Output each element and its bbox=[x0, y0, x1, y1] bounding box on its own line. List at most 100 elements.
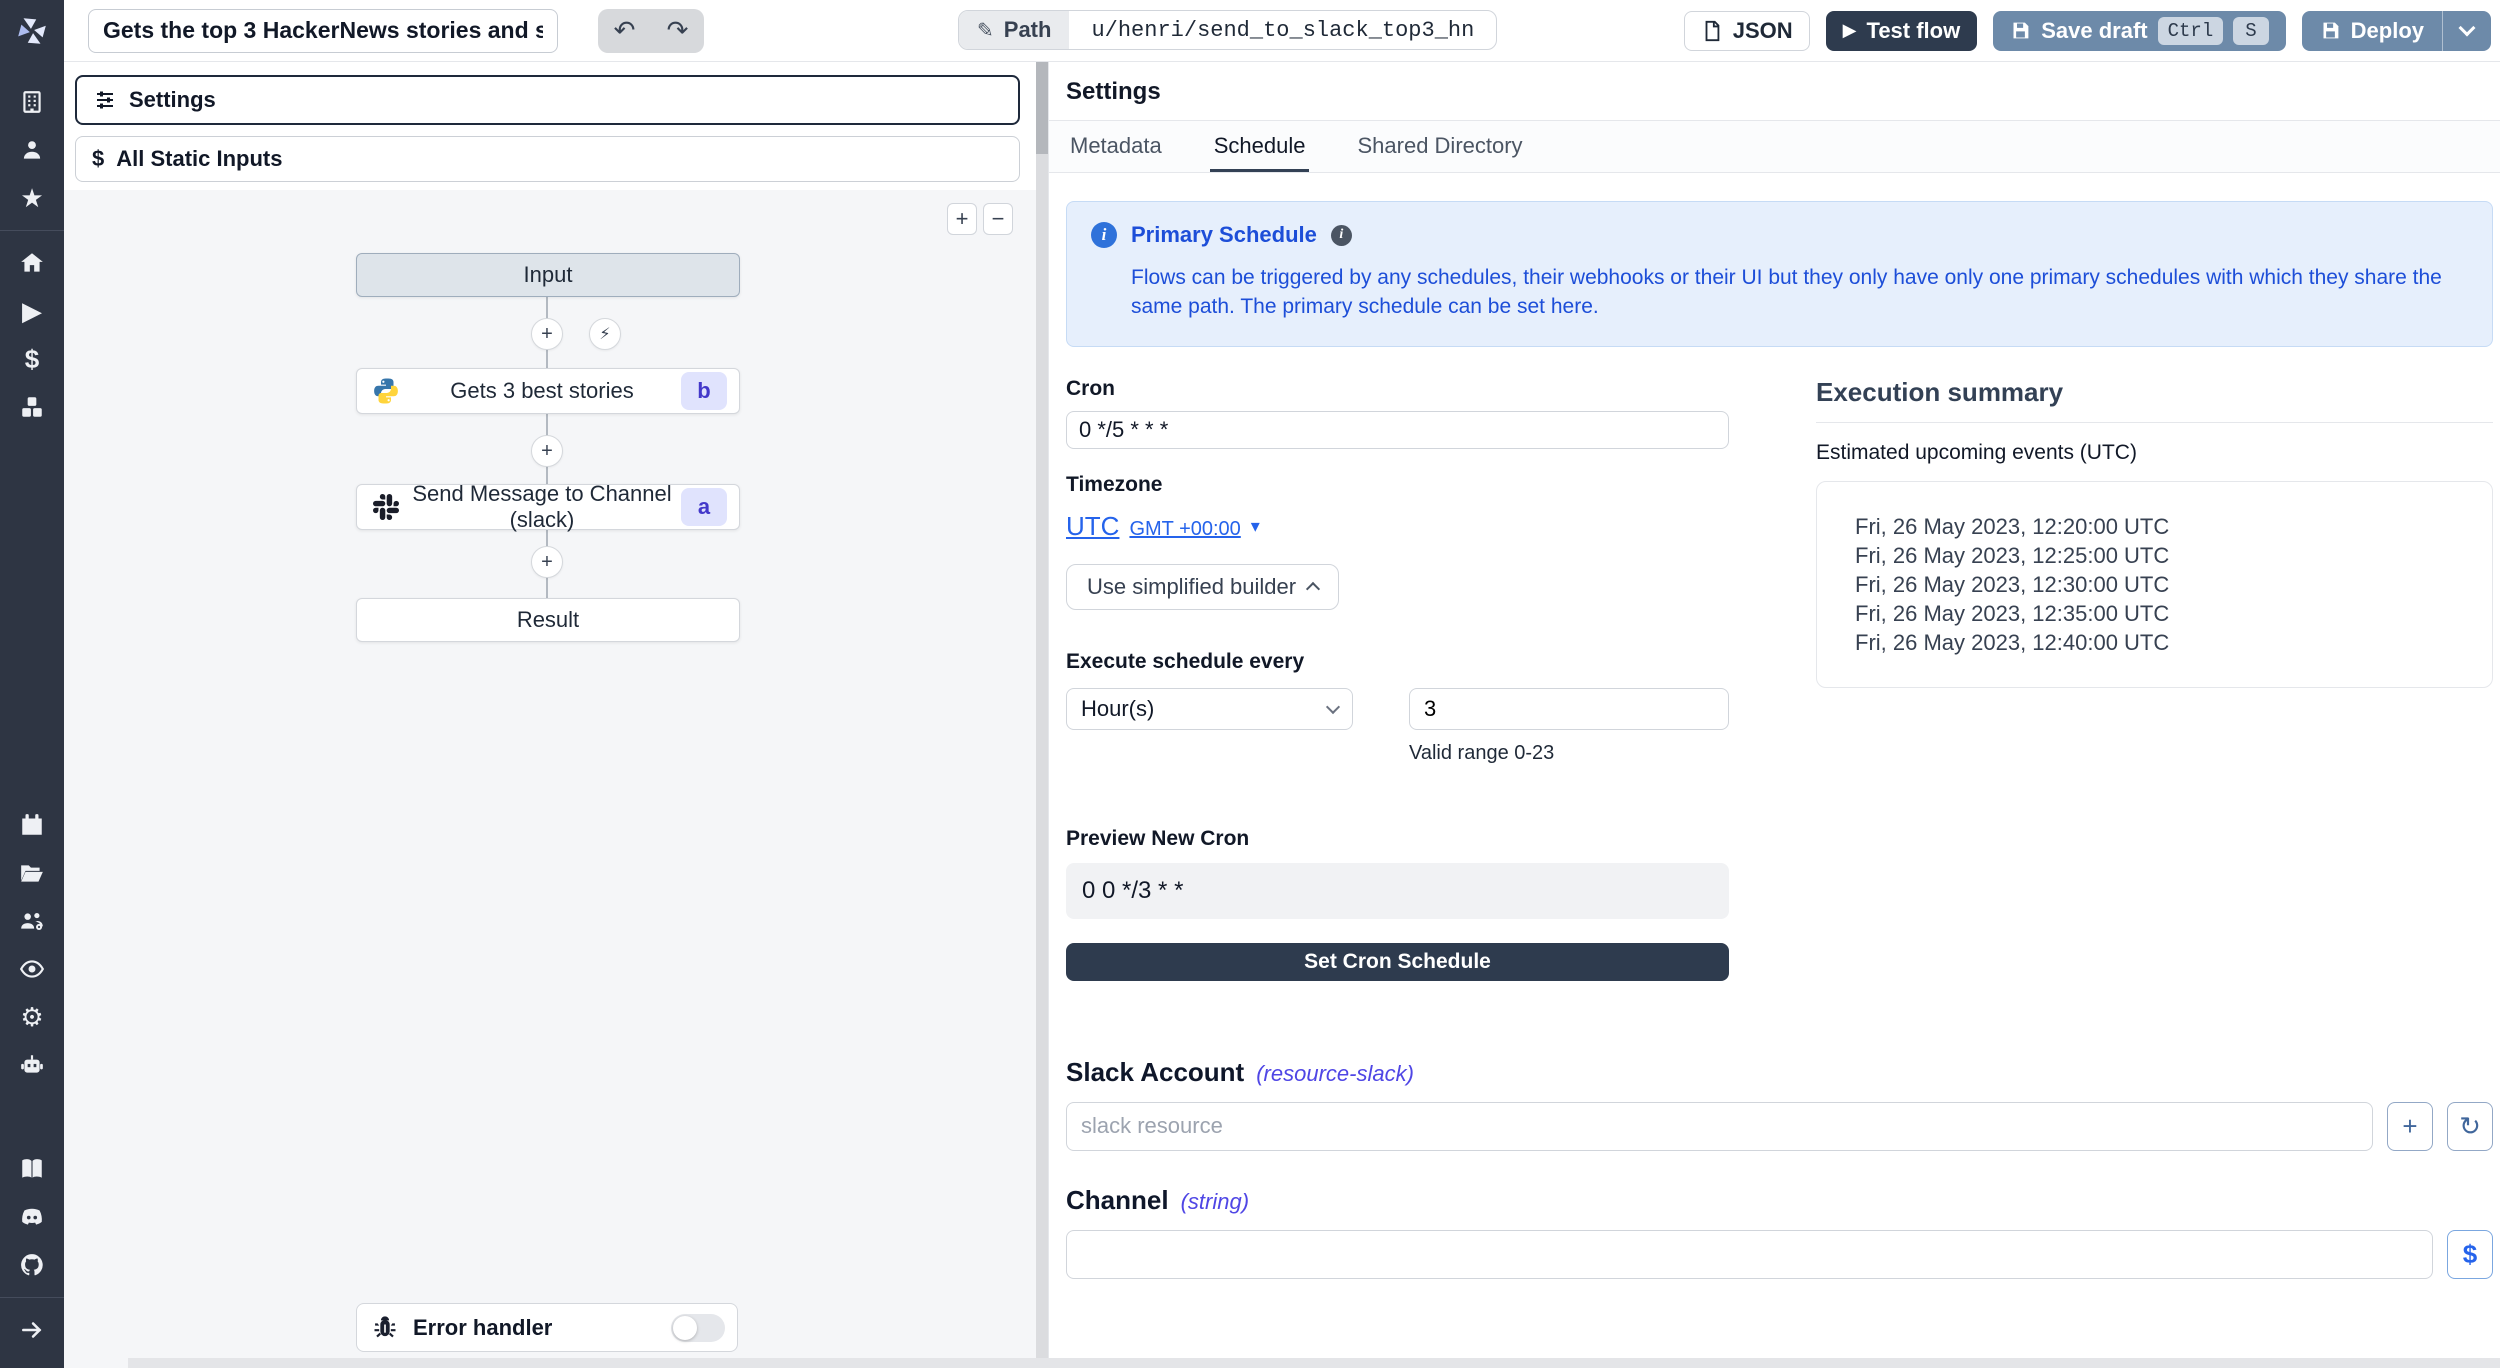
python-icon bbox=[369, 376, 403, 406]
scrollbar-thumb[interactable] bbox=[1036, 62, 1048, 154]
redo-button[interactable]: ↷ bbox=[651, 9, 704, 53]
add-step-button[interactable]: + bbox=[531, 435, 563, 467]
sliders-icon bbox=[93, 88, 117, 112]
result-node[interactable]: Result bbox=[356, 598, 740, 642]
dollar-icon: $ bbox=[92, 146, 104, 172]
app-sidebar: ★ ▶ $ ⚙ bbox=[0, 0, 64, 1368]
error-handler-toggle[interactable] bbox=[671, 1314, 725, 1342]
folders-icon[interactable] bbox=[0, 849, 64, 897]
flow-settings-panel: Settings Metadata Schedule Shared Direct… bbox=[1048, 62, 2500, 1368]
kbd-ctrl: Ctrl bbox=[2158, 17, 2224, 45]
step-node-b[interactable]: Gets 3 best stories b bbox=[356, 368, 740, 414]
refresh-resource-button[interactable]: ↻ bbox=[2447, 1102, 2493, 1151]
info-icon: i bbox=[1091, 222, 1117, 248]
error-handler-label: Error handler bbox=[413, 1315, 552, 1341]
schedules-calendar-icon[interactable] bbox=[0, 801, 64, 849]
docs-book-icon[interactable] bbox=[0, 1145, 64, 1193]
windmill-logo-icon[interactable] bbox=[0, 0, 64, 62]
save-icon bbox=[2010, 20, 2031, 41]
step-node-a[interactable]: Send Message to Channel (slack) a bbox=[356, 484, 740, 530]
step-b-badge: b bbox=[681, 372, 727, 410]
slack-resource-input[interactable] bbox=[1066, 1102, 2373, 1151]
panel-scrollbar[interactable] bbox=[1036, 62, 1048, 1368]
flow-graph-panel: Settings $ All Static Inputs + − Input +… bbox=[64, 62, 1036, 1368]
settings-tabs: Metadata Schedule Shared Directory bbox=[1049, 121, 2500, 173]
flow-settings-button[interactable]: Settings bbox=[75, 75, 1020, 125]
all-static-inputs-button[interactable]: $ All Static Inputs bbox=[75, 136, 1020, 182]
input-node[interactable]: Input bbox=[356, 253, 740, 297]
add-step-button[interactable]: + bbox=[531, 318, 563, 350]
groups-users-icon[interactable] bbox=[0, 897, 64, 945]
trigger-lightning-button[interactable]: ⚡ bbox=[589, 318, 621, 350]
discord-icon[interactable] bbox=[0, 1193, 64, 1241]
simplified-builder-toggle-button[interactable]: Use simplified builder bbox=[1066, 564, 1339, 610]
interval-value-input[interactable] bbox=[1409, 688, 1729, 730]
insert-variable-dollar-button[interactable]: $ bbox=[2447, 1230, 2493, 1279]
execution-summary-title: Execution summary bbox=[1816, 377, 2493, 408]
deploy-more-button[interactable] bbox=[2443, 11, 2491, 51]
tab-shared-directory[interactable]: Shared Directory bbox=[1353, 121, 1526, 172]
undo-redo-group: ↶ ↷ bbox=[598, 9, 704, 53]
upcoming-events-box: Fri, 26 May 2023, 12:20:00 UTC Fri, 26 M… bbox=[1816, 481, 2493, 688]
path-value: u/henri/send_to_slack_top3_hn bbox=[1069, 11, 1496, 49]
variables-dollar-icon[interactable]: $ bbox=[0, 335, 64, 383]
cron-input[interactable] bbox=[1066, 411, 1729, 449]
channel-type: (string) bbox=[1181, 1189, 1249, 1215]
user-icon[interactable] bbox=[0, 126, 64, 174]
play-icon: ▶ bbox=[1843, 20, 1857, 41]
result-node-label: Result bbox=[517, 607, 579, 633]
graph-zoom-in-button[interactable]: + bbox=[947, 203, 977, 235]
chevron-down-icon bbox=[1326, 700, 1340, 714]
slack-account-label: Slack Account bbox=[1066, 1057, 1244, 1088]
kbd-s: S bbox=[2233, 17, 2268, 45]
test-flow-button[interactable]: ▶ Test flow bbox=[1826, 11, 1978, 51]
upcoming-event: Fri, 26 May 2023, 12:20:00 UTC bbox=[1855, 512, 2482, 541]
graph-zoom-out-button[interactable]: − bbox=[983, 203, 1013, 235]
save-icon bbox=[2320, 20, 2341, 41]
audit-eye-icon[interactable] bbox=[0, 945, 64, 993]
cron-label: Cron bbox=[1066, 377, 1729, 401]
save-draft-button[interactable]: Save draft Ctrl S bbox=[1993, 11, 2285, 51]
timezone-label: Timezone bbox=[1066, 473, 1729, 497]
undo-button[interactable]: ↶ bbox=[598, 9, 651, 53]
channel-input[interactable] bbox=[1066, 1230, 2433, 1279]
flow-path-badge[interactable]: ✎ Path u/henri/send_to_slack_top3_hn bbox=[958, 10, 1497, 50]
expand-sidebar-arrow-icon[interactable] bbox=[0, 1306, 64, 1354]
runs-play-icon[interactable]: ▶ bbox=[0, 287, 64, 335]
windmill-flow-editor: ★ ▶ $ ⚙ bbox=[0, 0, 2500, 1368]
github-icon[interactable] bbox=[0, 1241, 64, 1289]
valid-range-hint: Valid range 0-23 bbox=[1409, 742, 1729, 765]
workspace-icon[interactable] bbox=[0, 78, 64, 126]
step-a-label: Send Message to Channel (slack) bbox=[403, 481, 681, 533]
flow-editor-topbar: ↶ ↷ ✎ Path u/henri/send_to_slack_top3_hn… bbox=[64, 0, 2500, 62]
settings-gear-icon[interactable]: ⚙ bbox=[0, 993, 64, 1041]
upcoming-event: Fri, 26 May 2023, 12:35:00 UTC bbox=[1855, 599, 2482, 628]
execute-every-label: Execute schedule every bbox=[1066, 650, 1729, 674]
tab-schedule[interactable]: Schedule bbox=[1210, 121, 1310, 172]
home-icon[interactable] bbox=[0, 239, 64, 287]
flow-settings-label: Settings bbox=[129, 87, 216, 113]
deploy-button[interactable]: Deploy bbox=[2302, 11, 2442, 51]
timezone-select-link[interactable]: UTC GMT +00:00 ▾ bbox=[1066, 511, 1729, 542]
resources-cubes-icon[interactable] bbox=[0, 383, 64, 431]
flow-summary-input[interactable] bbox=[88, 9, 558, 53]
edit-pencil-icon: ✎ bbox=[977, 18, 994, 43]
horizontal-scrollbar[interactable] bbox=[128, 1358, 2500, 1368]
add-resource-button[interactable]: + bbox=[2387, 1102, 2433, 1151]
json-button[interactable]: JSON bbox=[1684, 11, 1810, 51]
preview-cron-label: Preview New Cron bbox=[1066, 827, 1729, 851]
error-handler-node[interactable]: Error handler bbox=[356, 1303, 738, 1352]
add-step-button[interactable]: + bbox=[531, 546, 563, 578]
favorites-star-icon[interactable]: ★ bbox=[0, 174, 64, 222]
interval-unit-select[interactable]: Hour(s) bbox=[1066, 688, 1353, 730]
chevron-down-icon bbox=[2459, 19, 2476, 36]
set-cron-schedule-button[interactable]: Set Cron Schedule bbox=[1066, 943, 1729, 981]
info-tooltip-icon[interactable]: i bbox=[1331, 225, 1352, 246]
tab-metadata[interactable]: Metadata bbox=[1066, 121, 1166, 172]
slack-icon bbox=[369, 494, 403, 520]
ai-robot-icon[interactable] bbox=[0, 1041, 64, 1089]
timezone-offset: GMT +00:00 bbox=[1129, 518, 1240, 541]
divider bbox=[1816, 422, 2493, 423]
sidebar-divider bbox=[0, 1297, 64, 1298]
info-box-body: Flows can be triggered by any schedules,… bbox=[1131, 264, 2466, 322]
